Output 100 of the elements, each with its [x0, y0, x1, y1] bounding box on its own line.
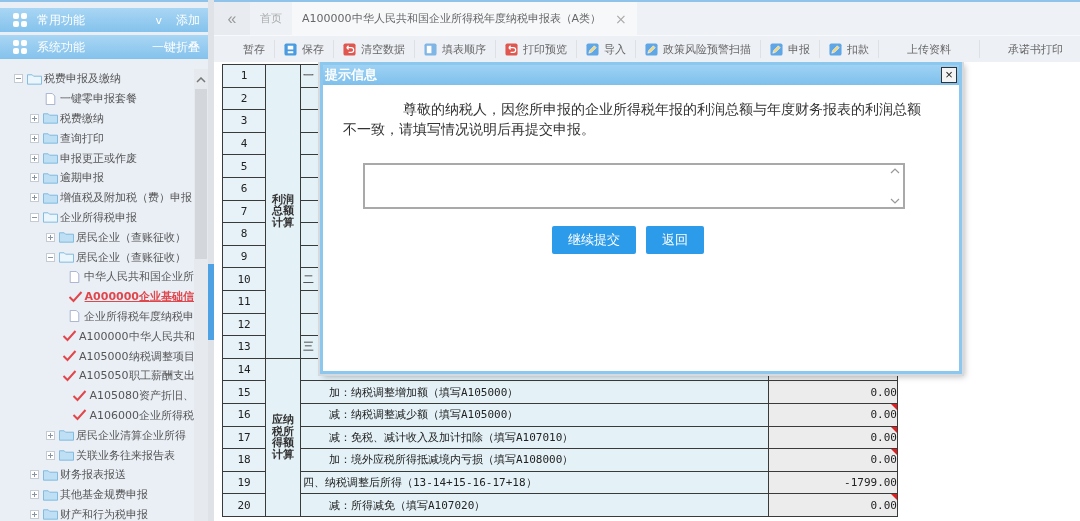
expand-toggle[interactable] [30, 509, 39, 519]
checkmark-icon [62, 330, 77, 343]
expand-toggle[interactable] [14, 74, 23, 84]
folder-icon [43, 152, 58, 165]
tree-item[interactable]: A000000企业基础信 [84, 289, 194, 305]
item-label: 加：境外应税所得抵减境内亏损（填写A108000） [329, 453, 574, 467]
tree-item[interactable]: 查询打印 [60, 130, 104, 146]
expand-toggle[interactable] [30, 153, 39, 163]
toolbar-button[interactable]: 导入 [577, 40, 636, 58]
tree-item[interactable]: 申报更正或作废 [60, 150, 137, 166]
amount-field[interactable]: 0.00 [768, 448, 898, 472]
tree-item[interactable]: A105080资产折旧、 [89, 388, 194, 404]
tree-item[interactable]: 税费申报及缴纳 [44, 71, 121, 87]
toolbar-button[interactable]: 清空数据 [334, 40, 415, 58]
amount-field[interactable]: 0.00 [768, 403, 898, 426]
tree-item[interactable]: 企业所得税年度纳税申 [84, 308, 194, 324]
close-button[interactable]: × [941, 67, 957, 83]
row-number: 5 [222, 154, 266, 178]
tree-item[interactable]: 居民企业清算企业所得 [76, 427, 186, 443]
folder-icon [27, 72, 42, 85]
folder-icon [43, 488, 58, 501]
document-icon [43, 92, 58, 105]
tree-item[interactable]: 关联业务往来报告表 [76, 447, 175, 463]
toolbar-button[interactable]: 填表顺序 [415, 40, 496, 58]
row-number: 15 [222, 380, 266, 404]
row-number: 19 [222, 471, 266, 494]
expand-toggle[interactable] [46, 430, 55, 440]
toolbar-icon [284, 42, 297, 56]
expand-toggle[interactable] [30, 173, 39, 183]
reason-field[interactable] [363, 163, 905, 209]
tree-item[interactable]: 居民企业（查账征收） [76, 229, 186, 245]
row-number: 6 [222, 177, 266, 201]
panel-title: 常用功能 [37, 11, 86, 29]
expand-toggle[interactable] [30, 470, 39, 480]
grid-icon [13, 40, 27, 54]
tree-item[interactable]: 企业所得税申报 [60, 209, 137, 225]
folder-icon [43, 508, 58, 521]
item-label: 减：免税、减计收入及加计扣除（填写A107010） [329, 430, 574, 444]
amount-field[interactable]: 0.00 [768, 380, 898, 404]
expand-toggle[interactable] [30, 193, 39, 203]
expand-toggle[interactable] [46, 232, 55, 242]
toolbar-button[interactable]: 扣款 [820, 40, 879, 58]
row-number: 20 [222, 493, 266, 517]
scroll-up-icon[interactable] [196, 77, 206, 83]
row-number: 14 [222, 358, 266, 381]
toolbar-button[interactable]: 申报 [761, 40, 820, 58]
toolbar-icon [770, 42, 783, 56]
tree-item[interactable]: A105050职工薪酬支出 [79, 368, 194, 384]
folder-icon [59, 231, 74, 244]
amount-field[interactable]: 0.00 [768, 426, 898, 449]
tab-label: A100000中华人民共和国企业所得税年度纳税申报表（A类） [302, 11, 602, 26]
toolbar-button[interactable]: 保存 [275, 40, 334, 58]
tree-item[interactable]: A105000纳税调整项目 [79, 348, 194, 364]
item-label: 三 [303, 340, 314, 354]
folder-icon [59, 429, 74, 442]
tab[interactable]: A100000中华人民共和国企业所得税年度纳税申报表（A类） × [292, 2, 637, 35]
folder-icon [43, 132, 58, 145]
tree-item[interactable]: 税费缴纳 [60, 111, 104, 126]
toolbar-button[interactable]: 暂存 [234, 40, 275, 58]
tree-item[interactable]: A106000企业所得税 [89, 407, 194, 423]
row-number: 9 [222, 245, 266, 268]
expand-toggle[interactable] [46, 450, 55, 460]
tree-item[interactable]: 逾期申报 [60, 170, 104, 186]
expand-toggle[interactable] [30, 114, 39, 123]
toolbar-button[interactable]: 承诺书打印 [980, 40, 1080, 58]
row-number: 17 [222, 426, 266, 449]
tree-item[interactable]: 财务报表报送 [60, 467, 126, 483]
toolbar-icon [645, 42, 658, 56]
item-label: 减：所得减免（填写A107020） [329, 498, 486, 512]
tree-item[interactable]: A100000中华人民共和 [79, 328, 194, 344]
expand-toggle[interactable] [46, 252, 55, 262]
tree-item[interactable]: 中华人民共和国企业所 [84, 269, 194, 285]
row-number: 7 [222, 200, 266, 223]
folder-icon [59, 251, 74, 264]
checkmark-icon [72, 409, 88, 422]
folder-icon [43, 468, 58, 481]
toolbar-icon [343, 42, 356, 56]
toolbar-button[interactable]: 打印预览 [496, 40, 577, 58]
folder-icon [43, 112, 58, 125]
item-label: 减：纳税调整减少额（填写A105000） [329, 408, 519, 422]
tree-item[interactable]: 一键零申报套餐 [60, 91, 137, 107]
row-number: 11 [222, 290, 266, 314]
amount-field[interactable]: 0.00 [768, 493, 898, 517]
scrollbar[interactable] [194, 69, 208, 521]
message-text: 尊敬的纳税人，因您所申报的企业所得税年报的利润总额与年度财务报表的利润总额不一致，请填写情况说明后再提交申报。 [343, 100, 922, 139]
expand-toggle[interactable] [30, 133, 39, 143]
tree-item[interactable]: 其他基金规费申报 [60, 487, 148, 503]
folder-icon [43, 211, 58, 224]
toolbar-button[interactable]: 政策风险预警扫描 [636, 40, 761, 58]
tree-item[interactable]: 财产和行为税申报 [60, 506, 148, 521]
folder-icon [43, 191, 58, 204]
tree-item[interactable]: 增值税及附加税（费）申报 [60, 190, 192, 206]
splitter-handle[interactable] [208, 264, 214, 340]
row-number: 8 [222, 222, 266, 246]
expand-toggle[interactable] [30, 212, 39, 222]
toolbar-button[interactable]: 上传资料 [879, 40, 980, 58]
amount-field[interactable]: -1799.00 [768, 471, 898, 494]
expand-toggle[interactable] [30, 490, 39, 500]
tree-item[interactable]: 居民企业（查账征收） [76, 249, 186, 265]
scroll-arrows-icon [889, 167, 901, 205]
